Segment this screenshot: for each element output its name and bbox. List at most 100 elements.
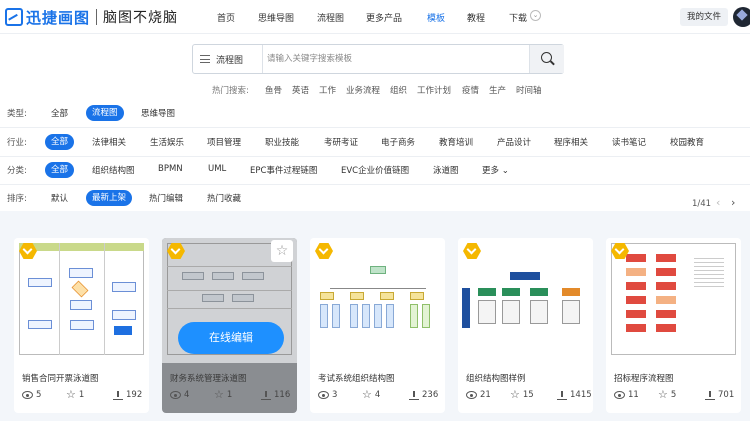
hot-search-label: 热门搜索:: [212, 86, 249, 96]
logo-icon: [5, 8, 23, 26]
logo[interactable]: 迅捷画图 脑图不烧脑: [5, 6, 178, 28]
template-card[interactable]: 招标程序流程图 11 ☆ 5 701: [606, 238, 741, 413]
avatar[interactable]: [733, 7, 750, 27]
filter-more-label: 更多: [482, 166, 500, 176]
template-card[interactable]: 考试系统组织结构图 3 ☆ 4 236: [310, 238, 445, 413]
filter-panel: 类型: 全部 流程图 思维导图 行业: 全部 法律相关 生活娱乐 项目管理 职业…: [0, 98, 750, 211]
view-count-value: 5: [36, 390, 42, 400]
download-count-value: 701: [718, 390, 735, 400]
sort-option-selected[interactable]: 最新上架: [86, 190, 133, 206]
filter-option[interactable]: 产品设计: [497, 136, 531, 148]
filter-option[interactable]: 法律相关: [92, 136, 126, 148]
view-count-value: 4: [184, 390, 190, 400]
filter-option[interactable]: EPC事件过程链图: [250, 164, 317, 176]
star-count: ☆ 1: [214, 389, 233, 400]
nav-download[interactable]: 下载: [509, 11, 527, 24]
my-files-button[interactable]: 我的文件: [680, 8, 728, 26]
view-count: 21: [466, 390, 491, 400]
template-card[interactable]: ☆ 在线编辑 财务系统管理泳道图 4 ☆ 1 116: [162, 238, 297, 413]
favorite-star-icon[interactable]: ☆: [271, 240, 293, 262]
download-icon: [409, 390, 419, 400]
view-count: 3: [318, 390, 337, 400]
filter-label: 分类:: [7, 166, 27, 176]
filter-option[interactable]: EVC企业价值链图: [341, 164, 409, 176]
hot-term[interactable]: 工作: [319, 84, 336, 96]
filter-option[interactable]: 思维导图: [141, 107, 175, 119]
download-count-value: 236: [422, 390, 439, 400]
filter-label: 类型:: [7, 109, 27, 119]
filter-more[interactable]: 更多 ⌄: [482, 164, 509, 176]
view-count-value: 21: [480, 390, 491, 400]
filter-option[interactable]: 读书笔记: [612, 136, 646, 148]
filter-option[interactable]: BPMN: [158, 164, 183, 174]
nav-mindmap[interactable]: 思维导图: [258, 11, 294, 24]
prev-page-button[interactable]: ‹: [716, 196, 726, 210]
filter-option-selected[interactable]: 流程图: [86, 105, 124, 121]
filter-option-selected[interactable]: 全部: [45, 134, 75, 150]
filter-option[interactable]: 考研考证: [324, 136, 358, 148]
filter-label: 排序:: [7, 194, 27, 204]
hot-term[interactable]: 英语: [292, 84, 309, 96]
template-badge-icon: [611, 243, 629, 259]
hot-term[interactable]: 时间轴: [516, 84, 542, 96]
template-thumbnail: [310, 238, 445, 363]
filter-row-category: 分类: 全部 组织结构图 BPMN UML EPC事件过程链图 EVC企业价值链…: [0, 159, 750, 181]
view-count: 5: [22, 390, 41, 400]
star-icon: ☆: [66, 388, 76, 401]
nav-more-products[interactable]: 更多产品: [366, 11, 402, 24]
search-type-selector[interactable]: 流程图: [193, 45, 263, 73]
filter-option[interactable]: 教育培训: [439, 136, 473, 148]
template-card[interactable]: 销售合同开票泳道图 5 ☆ 1 192: [14, 238, 149, 413]
search-button[interactable]: [529, 45, 564, 73]
eye-icon: [614, 391, 625, 399]
edit-online-button[interactable]: 在线编辑: [178, 322, 284, 354]
hot-term[interactable]: 组织: [390, 84, 407, 96]
filter-option[interactable]: UML: [208, 164, 226, 174]
filter-option[interactable]: 程序相关: [554, 136, 588, 148]
hot-term[interactable]: 业务流程: [346, 84, 380, 96]
menu-icon: [200, 55, 210, 63]
brand-name: 迅捷画图: [26, 8, 91, 27]
filter-option[interactable]: 职业技能: [265, 136, 299, 148]
hot-term[interactable]: 生产: [489, 84, 506, 96]
star-icon: ☆: [658, 388, 668, 401]
nav-home[interactable]: 首页: [217, 11, 235, 24]
view-count: 11: [614, 390, 639, 400]
search-bar: 流程图: [192, 44, 564, 74]
filter-option[interactable]: 泳道图: [433, 164, 459, 176]
filter-option[interactable]: 电子商务: [381, 136, 415, 148]
filter-option[interactable]: 组织结构图: [92, 164, 135, 176]
nav-tutorials[interactable]: 教程: [467, 11, 485, 24]
filter-row-type: 类型: 全部 流程图 思维导图: [0, 102, 750, 124]
star-icon: ☆: [510, 388, 520, 401]
sort-option[interactable]: 热门收藏: [207, 192, 241, 204]
hot-term[interactable]: 鱼骨: [265, 84, 282, 96]
hot-term[interactable]: 工作计划: [417, 84, 451, 96]
template-thumbnail: [14, 238, 149, 363]
filter-option[interactable]: 生活娱乐: [150, 136, 184, 148]
download-icon: [705, 390, 715, 400]
download-icon: [261, 390, 271, 400]
star-count-value: 5: [670, 390, 677, 400]
search-input[interactable]: [267, 46, 525, 72]
filter-option[interactable]: 项目管理: [207, 136, 241, 148]
filter-option-selected[interactable]: 全部: [45, 162, 75, 178]
nav-flowchart[interactable]: 流程图: [317, 11, 344, 24]
next-page-button[interactable]: ›: [731, 196, 741, 210]
filter-option[interactable]: 全部: [51, 107, 68, 119]
template-card[interactable]: 组织结构图样例 21 ☆ 15 1415: [458, 238, 593, 413]
sort-option[interactable]: 默认: [51, 192, 68, 204]
template-thumbnail: ☆ 在线编辑: [162, 238, 297, 363]
star-count-value: 1: [226, 390, 233, 400]
brand-slogan: 脑图不烧脑: [103, 10, 179, 26]
top-bar: 迅捷画图 脑图不烧脑 首页 思维导图 流程图 更多产品 模板 教程 下载 ⌄ 我…: [0, 0, 750, 34]
view-count-value: 3: [332, 390, 338, 400]
nav-templates[interactable]: 模板: [427, 11, 445, 24]
template-title: 考试系统组织结构图: [318, 374, 395, 384]
filter-option[interactable]: 校园教育: [670, 136, 704, 148]
download-count-value: 1415: [570, 390, 592, 400]
hot-term[interactable]: 疫情: [462, 84, 479, 96]
template-thumbnail: [606, 238, 741, 363]
chevron-down-icon[interactable]: ⌄: [530, 10, 541, 21]
sort-option[interactable]: 热门编辑: [149, 192, 183, 204]
